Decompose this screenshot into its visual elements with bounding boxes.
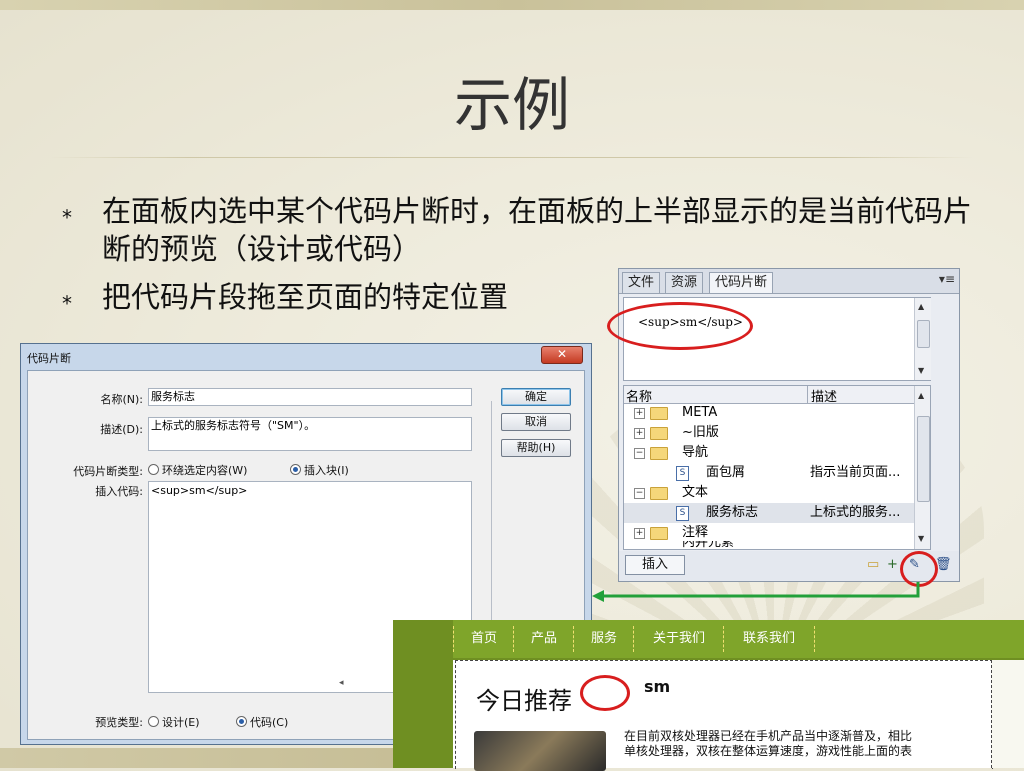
annotation-arrow <box>592 582 920 602</box>
